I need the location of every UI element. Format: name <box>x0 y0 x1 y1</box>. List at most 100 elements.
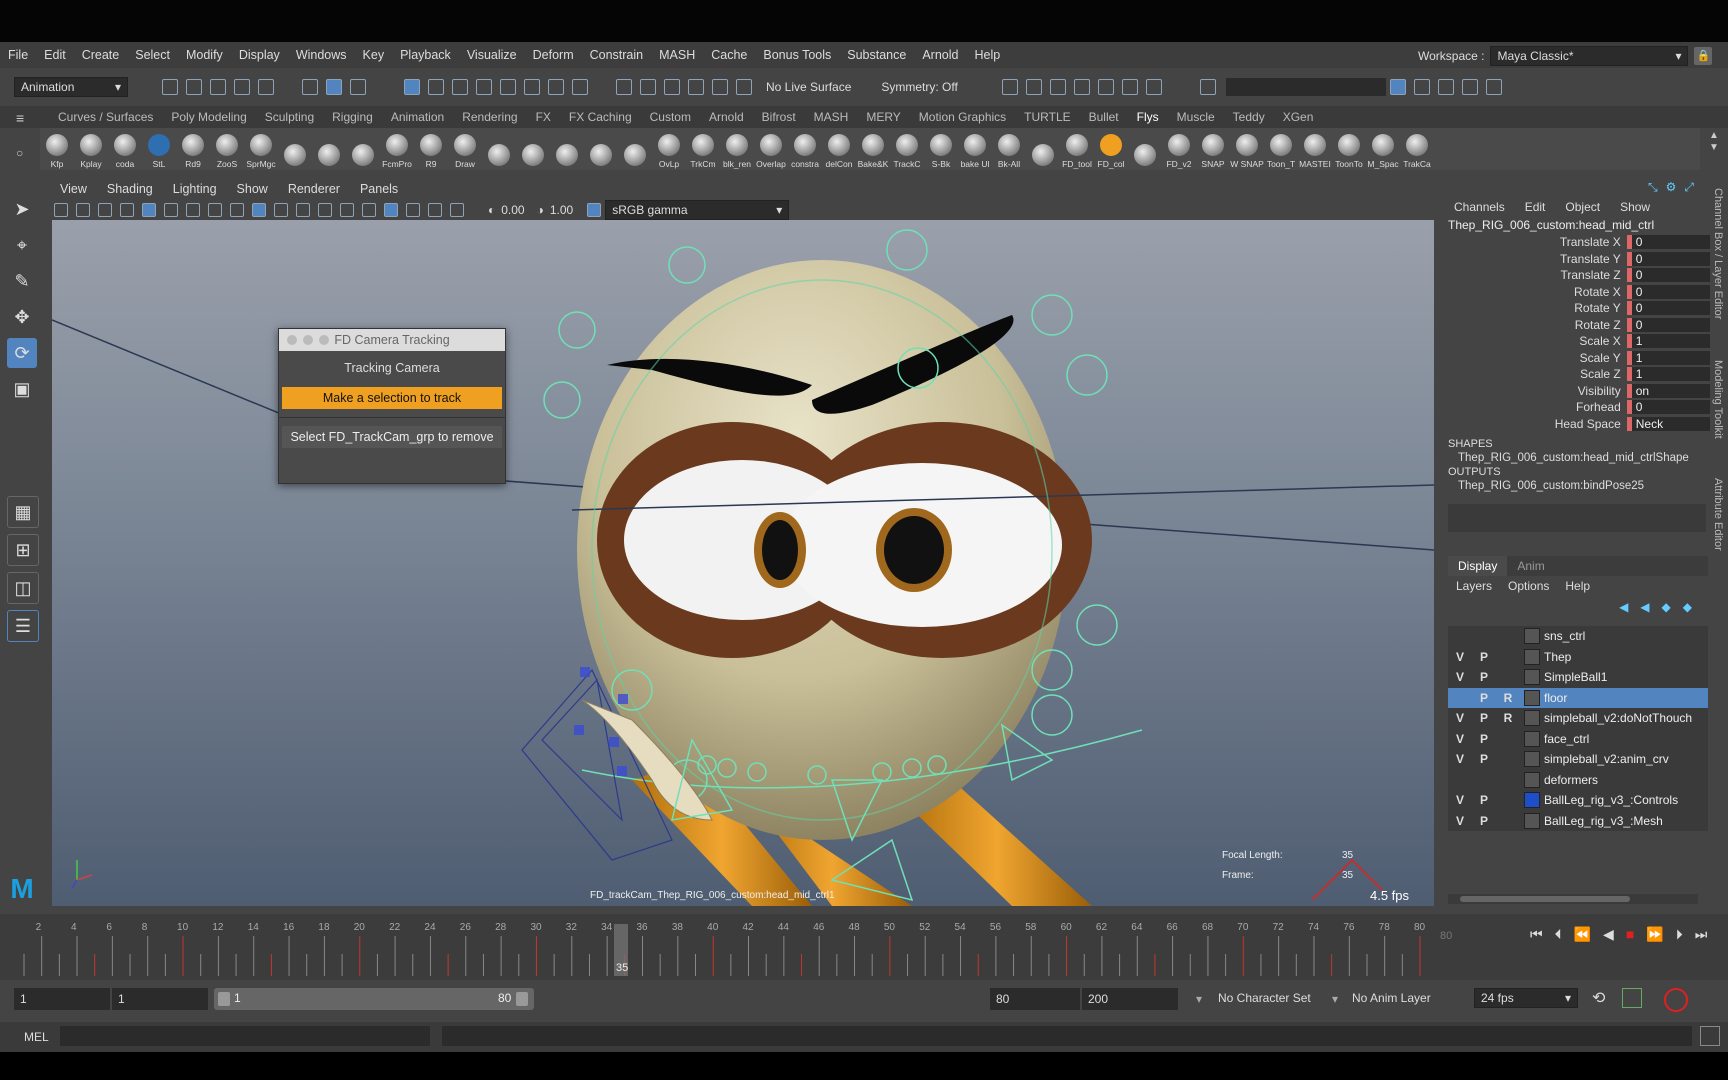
go-to-end-icon[interactable]: ⏭ <box>1695 926 1708 943</box>
layer-row[interactable]: sns_ctrl <box>1448 626 1708 647</box>
shelf-tab-rendering[interactable]: Rendering <box>453 110 526 124</box>
render-settings-icon[interactable] <box>1073 79 1090 95</box>
layer-toggle-p[interactable]: P <box>1472 814 1496 828</box>
shelf-button[interactable]: blk_ren <box>720 129 754 169</box>
layer-toggle-v[interactable]: V <box>1448 650 1472 664</box>
xray-icon[interactable] <box>428 203 442 217</box>
tool-settings-icon[interactable] <box>1461 79 1478 95</box>
shelf-tab-teddy[interactable]: Teddy <box>1224 110 1274 124</box>
shelf-button[interactable] <box>1026 129 1060 169</box>
ik-fk-icon[interactable]: ⤡ <box>1648 180 1658 195</box>
range-slider[interactable]: 1 80 <box>214 988 534 1010</box>
channel-menu-edit[interactable]: Edit <box>1525 200 1546 214</box>
layer-row[interactable]: P Rfloor <box>1448 687 1708 708</box>
play-backward-icon[interactable]: ◀ <box>1603 926 1614 943</box>
shelf-button[interactable]: TrkCm <box>686 129 720 169</box>
go-to-start-icon[interactable]: ⏮ <box>1530 926 1543 943</box>
resolution-gate-icon[interactable] <box>186 203 200 217</box>
shelf-button[interactable]: Kplay <box>74 129 108 169</box>
shelf-tab-sculpting[interactable]: Sculpting <box>256 110 323 124</box>
layer-color-swatch[interactable] <box>1524 710 1540 727</box>
menu-edit[interactable]: Edit <box>36 48 74 62</box>
snap-curve-icon[interactable] <box>428 79 444 95</box>
shelf-tab-flys[interactable]: Flys <box>1128 110 1168 124</box>
channel-value[interactable]: 0 <box>1626 317 1710 332</box>
shelf-button[interactable]: Kfp <box>40 129 74 169</box>
smooth-shade-icon[interactable] <box>252 203 266 217</box>
move-tool-icon[interactable]: ✥ <box>7 302 37 332</box>
menu-deform[interactable]: Deform <box>525 48 582 62</box>
color-space-dropdown[interactable]: sRGB gamma ▾ <box>605 200 790 220</box>
chevron-down-icon[interactable]: ▾ <box>1196 992 1202 1006</box>
layer-row[interactable]: V P Rsimpleball_v2:doNotThouch <box>1448 708 1708 729</box>
shelf-menu-icon[interactable]: ≡ <box>16 110 24 126</box>
step-back-key-icon[interactable]: ⏪ <box>1574 926 1591 943</box>
shelf-button[interactable]: TrakCa <box>1400 129 1434 169</box>
shelf-button[interactable]: constra <box>788 129 822 169</box>
exposure-value[interactable]: 0.00 <box>501 203 524 217</box>
minimize-icon[interactable] <box>303 335 313 345</box>
channel-row[interactable]: Translate Z 0 <box>1440 267 1710 284</box>
shelf-button[interactable] <box>482 129 516 169</box>
viewport-menu-shading[interactable]: Shading <box>97 182 163 196</box>
chevron-down-icon[interactable]: ▾ <box>1332 992 1338 1006</box>
channel-value[interactable]: Neck <box>1626 416 1710 431</box>
layer-color-swatch[interactable] <box>1524 812 1540 829</box>
undo-icon[interactable] <box>234 79 250 95</box>
paint-select-icon[interactable]: ✎ <box>7 266 37 296</box>
layer-toggle-r[interactable]: R <box>1496 711 1520 725</box>
channel-value[interactable]: 1 <box>1626 350 1710 365</box>
shelf-button[interactable]: TrackC <box>890 129 924 169</box>
layer-toggle-p[interactable]: P <box>1472 732 1496 746</box>
layer-color-swatch[interactable] <box>1524 669 1540 686</box>
shelf-button[interactable]: MASTEI <box>1298 129 1332 169</box>
camera-select-icon[interactable] <box>54 203 68 217</box>
shelf-button[interactable] <box>312 129 346 169</box>
shelf-button[interactable]: delCon <box>822 129 856 169</box>
render-frame-icon[interactable] <box>1025 79 1042 95</box>
snap-align-icon[interactable] <box>664 79 680 95</box>
menu-set-dropdown[interactable]: Animation ▾ <box>14 77 128 97</box>
record-icon[interactable] <box>1664 988 1688 1012</box>
layer-row[interactable]: V Pface_ctrl <box>1448 729 1708 750</box>
channel-value[interactable]: 1 <box>1626 334 1710 349</box>
snap-point-icon[interactable] <box>452 79 468 95</box>
shelf-tab-xgen[interactable]: XGen <box>1274 110 1323 124</box>
shelf-button[interactable]: FD_col <box>1094 129 1128 169</box>
step-forward-icon[interactable]: ⏵ <box>1676 926 1683 943</box>
shelf-tab-bullet[interactable]: Bullet <box>1080 110 1128 124</box>
snap-surface-icon[interactable] <box>476 79 492 95</box>
layer-row[interactable]: V P Thep <box>1448 647 1708 668</box>
two-view-icon[interactable]: ◫ <box>7 572 39 604</box>
channel-value[interactable]: 0 <box>1626 400 1710 415</box>
viewport-menu-renderer[interactable]: Renderer <box>278 182 350 196</box>
lock-input-icon[interactable] <box>548 79 564 95</box>
lights-icon[interactable] <box>296 203 310 217</box>
shelf-button[interactable]: OvLp <box>652 129 686 169</box>
shelf-button[interactable] <box>618 129 652 169</box>
channel-row[interactable]: Scale X 1 <box>1440 333 1710 350</box>
shelf-tab-motion-graphics[interactable]: Motion Graphics <box>910 110 1015 124</box>
channel-menu-show[interactable]: Show <box>1620 200 1650 214</box>
menu-display[interactable]: Display <box>231 48 288 62</box>
menu-select[interactable]: Select <box>127 48 178 62</box>
snap-view-icon[interactable] <box>500 79 516 95</box>
channel-row[interactable]: Visibility on <box>1440 383 1710 400</box>
layer-toggle-v[interactable]: V <box>1448 711 1472 725</box>
shelf-tab-fx-caching[interactable]: FX Caching <box>560 110 641 124</box>
wireframe-icon[interactable] <box>230 203 244 217</box>
channel-row[interactable]: Translate X 0 <box>1440 234 1710 251</box>
menu-create[interactable]: Create <box>74 48 128 62</box>
fps-dropdown[interactable]: 24 fps ▾ <box>1474 988 1578 1008</box>
range-end-handle[interactable] <box>516 992 528 1006</box>
channel-value[interactable]: 1 <box>1626 367 1710 382</box>
viewport-menu-panels[interactable]: Panels <box>350 182 408 196</box>
select-component-icon[interactable] <box>350 79 366 95</box>
step-forward-key-icon[interactable]: ⏩ <box>1646 926 1663 943</box>
layer-toggle-p[interactable]: P <box>1472 793 1496 807</box>
tab-display[interactable]: Display <box>1448 556 1508 576</box>
viewport-menu-view[interactable]: View <box>50 182 97 196</box>
menu-substance[interactable]: Substance <box>839 48 914 62</box>
dialog-title-bar[interactable]: FD Camera Tracking <box>279 329 505 351</box>
menu-windows[interactable]: Windows <box>288 48 355 62</box>
